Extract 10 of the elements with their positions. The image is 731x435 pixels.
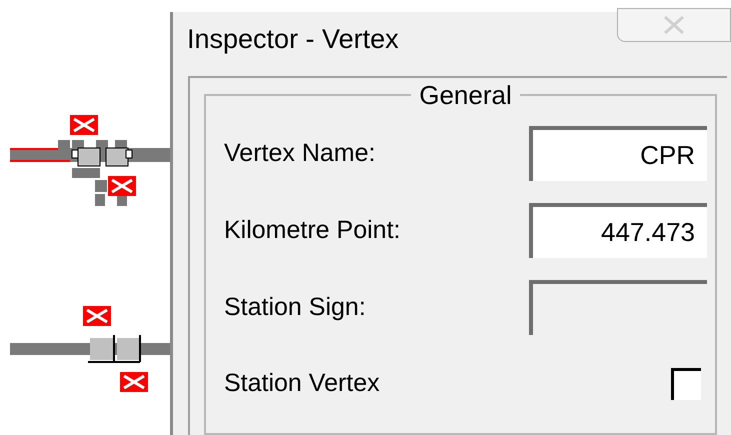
window-title: Inspector - Vertex <box>187 26 399 53</box>
checkbox[interactable] <box>671 368 701 400</box>
text-field[interactable]: 447.473 <box>529 203 707 258</box>
group-title: General <box>418 82 513 108</box>
field-label: Station Sign: <box>224 292 366 323</box>
field-label: Kilometre Point: <box>224 214 400 246</box>
checkbox-label: Station Vertex <box>224 368 380 399</box>
close-icon <box>662 16 686 34</box>
text-field[interactable]: CPR <box>529 126 707 181</box>
field-label: Vertex Name: <box>224 138 376 169</box>
